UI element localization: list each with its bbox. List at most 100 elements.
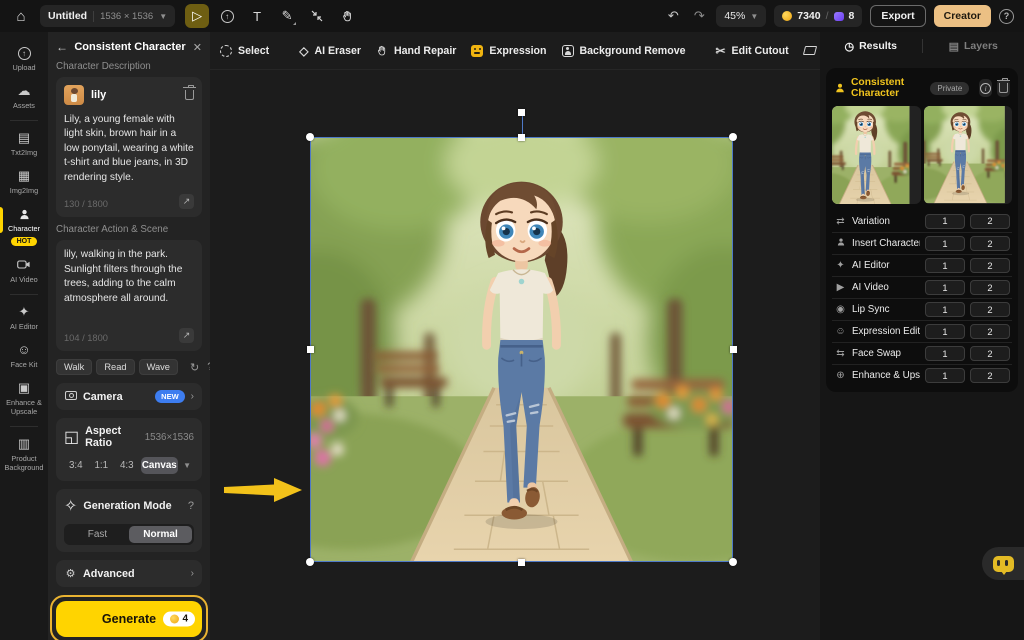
canvas-area[interactable]: Select ◇ AI Eraser Hand Repair Expressio… (210, 32, 820, 640)
face-swap-button-1[interactable]: 1 (925, 346, 965, 361)
result-thumbnail-2[interactable] (924, 106, 1013, 204)
result-row-face-swap: ⇆ Face Swap 1 2 (832, 342, 1012, 364)
undo-button[interactable]: ↶ (664, 8, 682, 24)
resize-handle-top[interactable] (518, 134, 525, 141)
character-description-text[interactable]: Lily, a young female with light skin, br… (64, 113, 194, 185)
expression-tool[interactable]: Expression (471, 45, 546, 57)
result-thumbnail-1[interactable] (832, 106, 921, 204)
enhance-upscale-button-2[interactable]: 2 (970, 368, 1010, 383)
aspect-option-canvas[interactable]: Canvas (141, 457, 179, 474)
lip-sync-button-1[interactable]: 1 (925, 302, 965, 317)
character-avatar[interactable] (64, 85, 84, 105)
aspect-option-4-3[interactable]: 4:3 (115, 457, 139, 474)
generate-button[interactable]: Generate 4 (56, 601, 202, 637)
sidebar-item-ai-editor[interactable]: ✦ AI Editor (0, 299, 48, 337)
resize-handle-left[interactable] (307, 346, 314, 353)
dashed-select-icon (220, 45, 232, 57)
tab-layers[interactable]: ▤ Layers (923, 40, 1024, 53)
trash-icon[interactable] (185, 90, 194, 100)
sidebar-item-upload[interactable]: ↑ Upload (0, 40, 48, 78)
chatbot-widget[interactable] (982, 547, 1024, 580)
sidebar-item-product-background[interactable]: ▥ Product Background (0, 431, 48, 478)
select-tool-button[interactable]: ▷ (185, 4, 209, 28)
tag-walk[interactable]: Walk (56, 359, 92, 375)
tag-read[interactable]: Read (96, 359, 134, 375)
tab-results[interactable]: ◷ Results (820, 40, 922, 53)
delete-button[interactable] (997, 79, 1010, 97)
upload-tool-button[interactable]: ↑ (215, 4, 239, 28)
creator-button[interactable]: Creator (934, 5, 991, 27)
action-scene-text[interactable]: lily, walking in the park. Sunlight filt… (64, 248, 194, 306)
mode-option-fast[interactable]: Fast (66, 526, 129, 543)
annotation-arrow (222, 470, 306, 510)
resize-handle-top-left[interactable] (306, 133, 314, 141)
credits-display[interactable]: 7340 / 8 (774, 5, 862, 27)
resize-handle-bottom[interactable] (518, 559, 525, 566)
document-pill[interactable]: Untitled 1536 × 1536 ▼ (40, 5, 175, 27)
left-rail: ↑ Upload ☁ Assets ▤ Txt2Img ▦ Img2Img Ch… (0, 32, 48, 640)
face-swap-button-2[interactable]: 2 (970, 346, 1010, 361)
edit-cutout-tool[interactable]: ✂ Edit Cutout (715, 44, 788, 58)
insert-character-button-2[interactable]: 2 (970, 236, 1010, 251)
top-bar: ⌂ Untitled 1536 × 1536 ▼ ▷ ↑ T ✎ ↶ ↷ 45%… (0, 0, 1024, 32)
ai-editor-button-1[interactable]: 1 (925, 258, 965, 273)
sidebar-item-enhance-upscale[interactable]: ▣ Enhance & Upscale (0, 375, 48, 422)
generate-cost: 4 (182, 614, 188, 625)
resize-handle-right[interactable] (730, 346, 737, 353)
draw-tool-button[interactable]: ✎ (275, 4, 299, 28)
tag-wave[interactable]: Wave (139, 359, 178, 375)
aspect-option-3-4[interactable]: 3:4 (64, 457, 88, 474)
row-label: Face Swap (852, 348, 920, 359)
info-button[interactable]: i (979, 79, 992, 97)
camera-row[interactable]: Camera NEW › (56, 383, 202, 410)
aspect-option-1-1[interactable]: 1:1 (90, 457, 114, 474)
variation-button-2[interactable]: 2 (970, 214, 1010, 229)
resize-handle-bottom-left[interactable] (306, 558, 314, 566)
refresh-icon[interactable]: ↻ (190, 361, 199, 374)
ai-video-button-2[interactable]: 2 (970, 280, 1010, 295)
home-icon[interactable]: ⌂ (10, 5, 32, 27)
export-button[interactable]: Export (870, 5, 925, 27)
collapse-tool-button[interactable] (305, 4, 329, 28)
enhance-upscale-button-1[interactable]: 1 (925, 368, 965, 383)
pan-tool-button[interactable] (335, 4, 359, 28)
help-icon[interactable]: ? (999, 9, 1014, 24)
document-size: 1536 × 1536 (100, 11, 153, 22)
sidebar-item-ai-video[interactable]: AI Video (0, 252, 48, 290)
select-tool[interactable]: Select (220, 45, 269, 57)
sidebar-item-txt2img[interactable]: ▤ Txt2Img (0, 125, 48, 163)
expand-icon[interactable]: ↗ (179, 194, 194, 209)
help-icon[interactable]: ? (188, 500, 194, 512)
mode-option-normal[interactable]: Normal (129, 526, 192, 543)
zoom-control[interactable]: 45% ▼ (716, 5, 766, 27)
help-icon[interactable]: ? (207, 361, 210, 373)
text-tool-button[interactable]: T (245, 4, 269, 28)
generated-image[interactable] (310, 137, 733, 562)
resize-handle-bottom-right[interactable] (729, 558, 737, 566)
redo-button[interactable]: ↷ (690, 8, 708, 24)
lip-sync-button-2[interactable]: 2 (970, 302, 1010, 317)
advanced-row[interactable]: ⚙ Advanced › (56, 560, 202, 587)
background-remove-tool[interactable]: Background Remove (562, 45, 686, 57)
sidebar-item-img2img[interactable]: ▦ Img2Img (0, 163, 48, 201)
ai-video-button-1[interactable]: 1 (925, 280, 965, 295)
hand-repair-tool[interactable]: Hand Repair (376, 45, 456, 57)
sidebar-item-assets[interactable]: ☁ Assets (0, 78, 48, 116)
insert-character-button-1[interactable]: 1 (925, 236, 965, 251)
rotation-handle[interactable] (518, 109, 525, 116)
expand-icon[interactable]: ↗ (179, 328, 194, 343)
chevron-down-icon[interactable]: ▼ (180, 461, 194, 470)
sidebar-item-face-kit[interactable]: ☺ Face Kit (0, 337, 48, 375)
ai-editor-button-2[interactable]: 2 (970, 258, 1010, 273)
expression-edit-button-1[interactable]: 1 (925, 324, 965, 339)
resize-handle-top-right[interactable] (729, 133, 737, 141)
sidebar-item-character[interactable]: Character HOT (0, 201, 48, 251)
back-arrow-icon[interactable]: ← (56, 40, 70, 54)
insert-character-icon (834, 237, 847, 250)
chevron-right-icon: › (191, 568, 194, 579)
variation-button-1[interactable]: 1 (925, 214, 965, 229)
generation-mode-section: ✧ Generation Mode ? Fast Normal (56, 489, 202, 552)
ai-eraser-tool[interactable]: ◇ AI Eraser (299, 44, 361, 58)
close-icon[interactable]: ✕ (190, 41, 202, 54)
expression-edit-button-2[interactable]: 2 (970, 324, 1010, 339)
